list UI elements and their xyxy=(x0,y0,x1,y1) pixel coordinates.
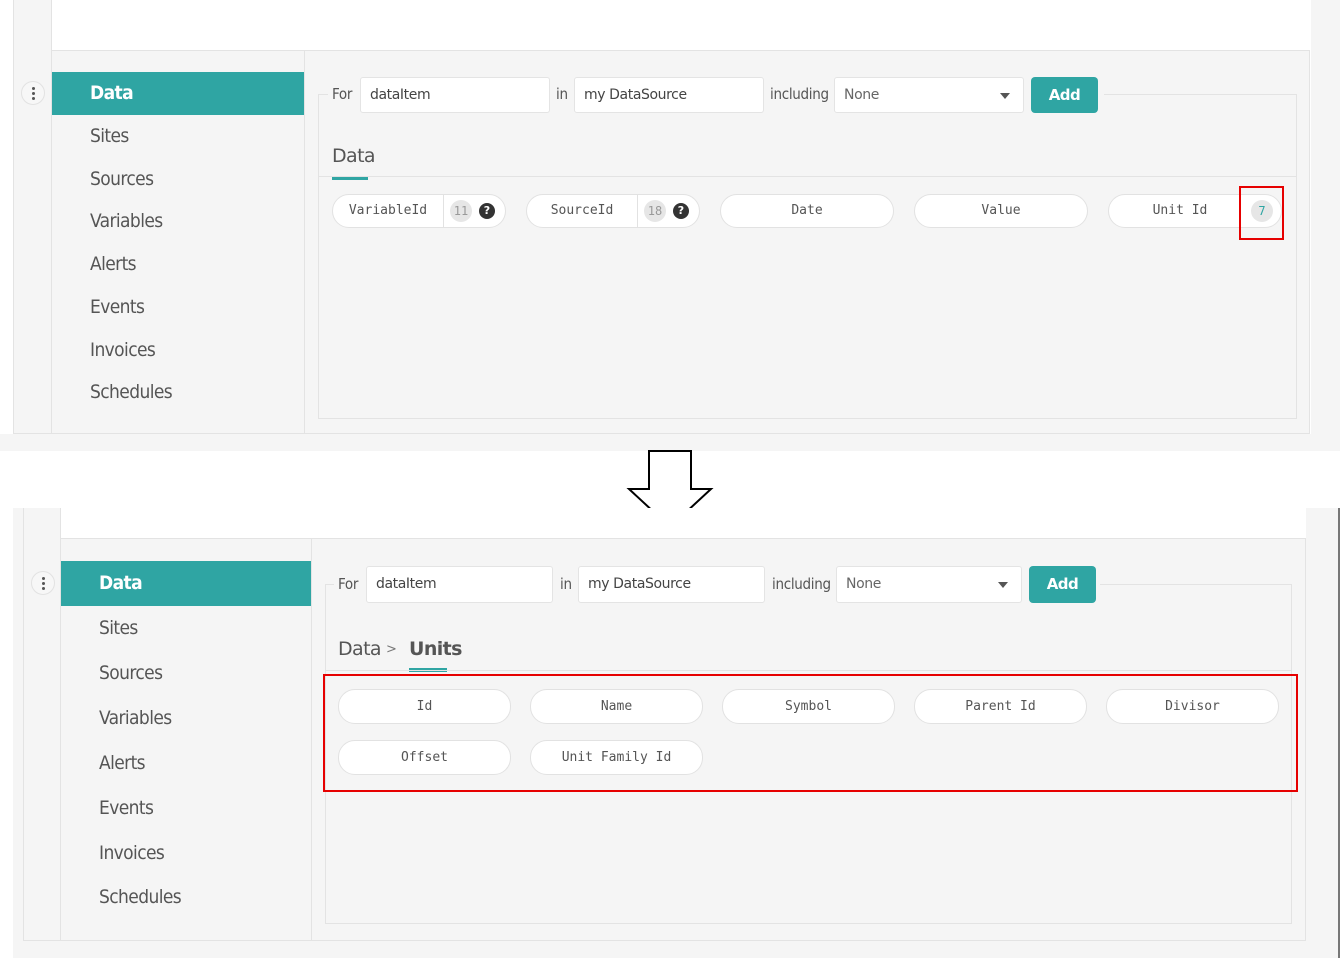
sidebar-item-events[interactable]: Events xyxy=(61,786,311,831)
for-variable-input[interactable]: dataItem xyxy=(360,77,550,113)
field-name: SourceId xyxy=(550,203,614,218)
tab-divider xyxy=(326,670,1291,671)
question-circle-icon[interactable]: ? xyxy=(479,203,495,219)
field-pill-sourceid[interactable]: SourceId 18 ? xyxy=(526,194,700,228)
for-variable-input[interactable]: dataItem xyxy=(366,566,553,603)
add-button[interactable]: Add xyxy=(1031,77,1098,113)
after-frame-top-left xyxy=(325,584,334,585)
breadcrumb-separator: > xyxy=(386,642,397,657)
before-sidebar-divider xyxy=(304,51,305,434)
datasource-input[interactable]: my DataSource xyxy=(574,77,764,113)
field-name: Date xyxy=(791,203,823,218)
including-label: including xyxy=(772,575,831,593)
before-frame-top-left xyxy=(318,94,328,95)
breadcrumb-current: Units xyxy=(409,638,462,660)
highlight-box-units-fields xyxy=(323,674,1298,792)
for-label: For xyxy=(338,575,359,593)
caret-down-icon xyxy=(1000,93,1010,99)
sidebar-item-data[interactable]: Data xyxy=(52,72,304,115)
field-pill-value[interactable]: Value xyxy=(914,194,1088,228)
sidebar-item-variables[interactable]: Variables xyxy=(52,200,304,243)
before-right-margin xyxy=(1311,0,1340,451)
after-top-strip xyxy=(61,508,1306,539)
field-pill-date[interactable]: Date xyxy=(720,194,894,228)
field-name: VariableId xyxy=(348,203,428,218)
sidebar-item-sources[interactable]: Sources xyxy=(61,651,311,696)
after-frame-top-right xyxy=(1100,584,1292,585)
highlight-box-unit-count xyxy=(1239,186,1284,240)
caret-down-icon xyxy=(998,582,1008,588)
reference-count-badge[interactable]: 11 xyxy=(450,200,472,222)
datasource-input[interactable]: my DataSource xyxy=(578,566,765,603)
sidebar-item-sites[interactable]: Sites xyxy=(52,115,304,158)
before-bottom-margin xyxy=(0,434,1340,451)
sidebar-item-sources[interactable]: Sources xyxy=(52,158,304,201)
including-select[interactable]: None xyxy=(834,77,1024,113)
sidebar-item-schedules[interactable]: Schedules xyxy=(61,875,311,920)
sidebar-item-invoices[interactable]: Invoices xyxy=(52,329,304,372)
sidebar-item-invoices[interactable]: Invoices xyxy=(61,831,311,876)
question-circle-icon[interactable]: ? xyxy=(673,203,689,219)
before-frame-top-right xyxy=(1104,94,1297,95)
kebab-menu-icon[interactable] xyxy=(21,81,45,105)
tab-divider xyxy=(319,176,1296,177)
add-button[interactable]: Add xyxy=(1029,566,1096,603)
after-bottom-margin xyxy=(13,941,1313,958)
pill-divider xyxy=(443,195,444,227)
including-select[interactable]: None xyxy=(836,566,1022,603)
tab-data[interactable]: Data xyxy=(332,145,376,167)
after-right-margin xyxy=(1306,508,1338,958)
in-label: in xyxy=(556,85,568,103)
after-sidebar-divider xyxy=(311,539,312,941)
sidebar-item-data[interactable]: Data xyxy=(61,561,311,606)
sidebar-item-schedules[interactable]: Schedules xyxy=(52,371,304,414)
field-name: Value xyxy=(981,203,1021,218)
reference-count-badge[interactable]: 18 xyxy=(644,200,666,222)
sidebar-item-sites[interactable]: Sites xyxy=(61,606,311,651)
for-label: For xyxy=(332,85,353,103)
breadcrumb-data-link[interactable]: Data xyxy=(338,638,382,660)
sidebar-item-variables[interactable]: Variables xyxy=(61,696,311,741)
sidebar-item-events[interactable]: Events xyxy=(52,286,304,329)
sidebar-item-alerts[interactable]: Alerts xyxy=(52,243,304,286)
including-select-value: None xyxy=(846,576,881,592)
sidebar-item-alerts[interactable]: Alerts xyxy=(61,741,311,786)
including-select-value: None xyxy=(844,87,879,103)
field-pill-variableid[interactable]: VariableId 11 ? xyxy=(332,194,506,228)
after-left-margin xyxy=(13,508,23,958)
before-content-frame xyxy=(318,94,1297,419)
in-label: in xyxy=(560,575,572,593)
kebab-menu-icon[interactable] xyxy=(31,571,55,595)
pill-divider xyxy=(637,195,638,227)
including-label: including xyxy=(770,85,829,103)
field-name: Unit Id xyxy=(1152,203,1208,218)
before-top-strip xyxy=(51,0,1310,51)
